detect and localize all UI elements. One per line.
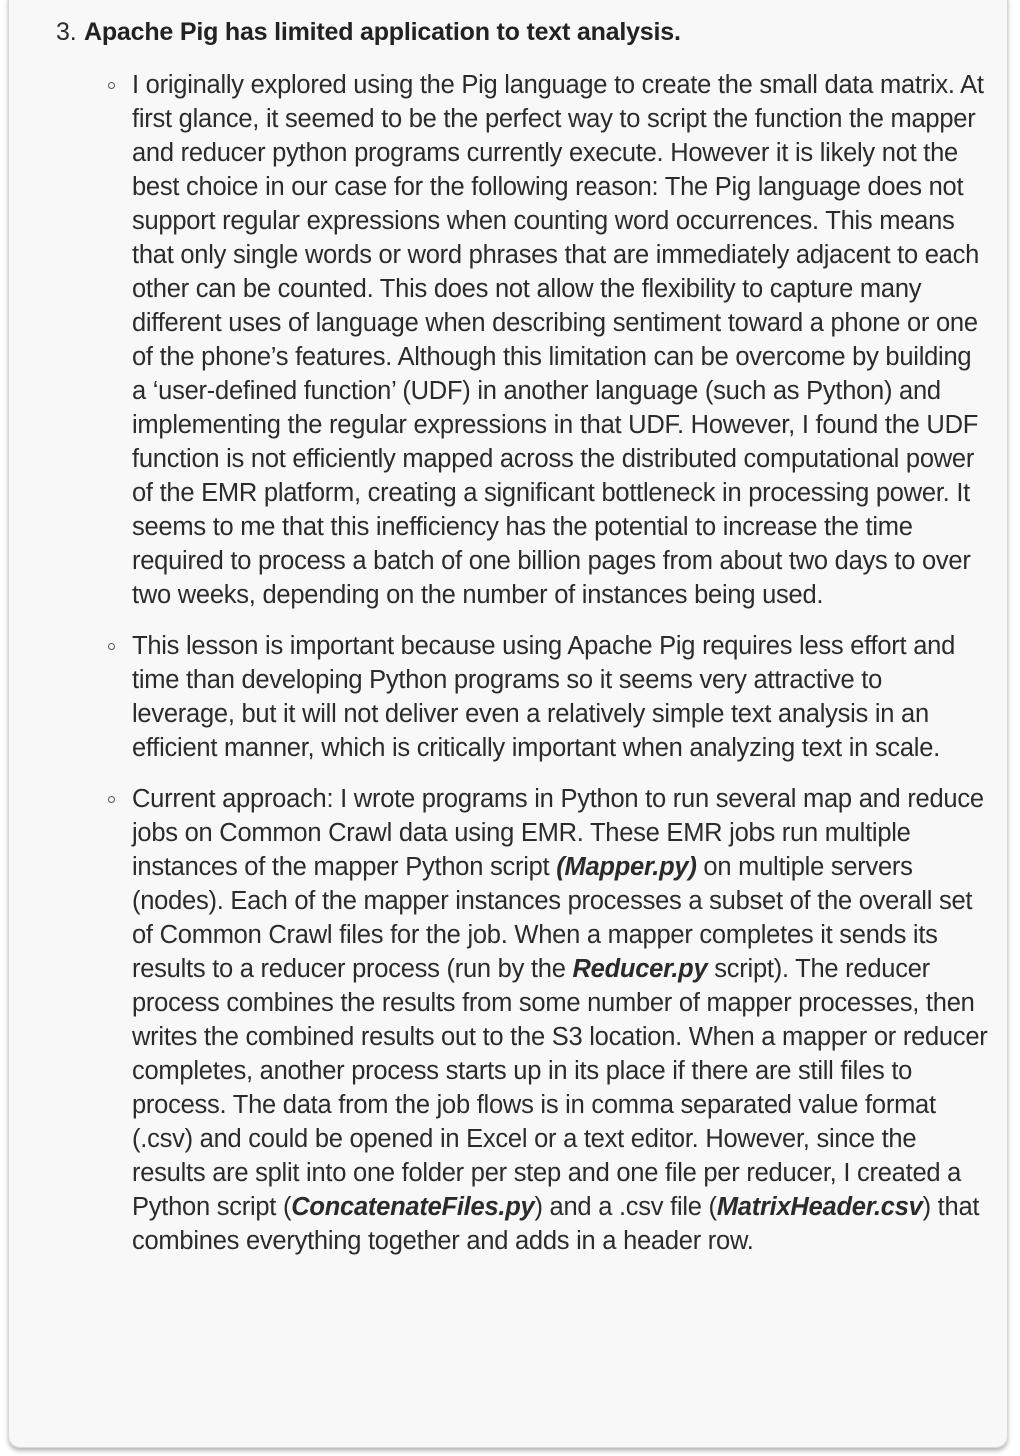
bullet-text-part: ) and a .csv file ( [534,1193,717,1221]
hollow-bullet-icon [108,643,115,650]
numbered-list: 3. Apache Pig has limited application to… [56,17,988,1275]
list-item-title: Apache Pig has limited application to te… [84,18,681,46]
bullet-text: I originally explored using the Pig lang… [132,71,984,609]
bullet-text-part: script). The reducer process combines th… [132,955,988,1221]
filename-matrix-header: MatrixHeader.csv [716,1193,923,1221]
sub-bullet-list: I originally explored using the Pig lang… [84,68,988,1258]
hollow-bullet-icon [108,82,115,89]
list-item-3: 3. Apache Pig has limited application to… [56,17,988,1258]
list-item-heading: 3. Apache Pig has limited application to… [56,17,984,47]
list-number: 3. [56,18,77,46]
bullet-current-approach: Current approach: I wrote programs in Py… [108,782,988,1258]
hollow-bullet-icon [108,796,115,803]
filename-reducer: Reducer.py [572,955,708,983]
filename-mapper: (Mapper.py) [556,853,697,881]
bullet-pig-exploration: I originally explored using the Pig lang… [108,68,988,612]
bullet-lesson: This lesson is important because using A… [108,629,988,765]
bullet-text: This lesson is important because using A… [132,632,955,762]
filename-concatenate: ConcatenateFiles.py [291,1193,535,1221]
